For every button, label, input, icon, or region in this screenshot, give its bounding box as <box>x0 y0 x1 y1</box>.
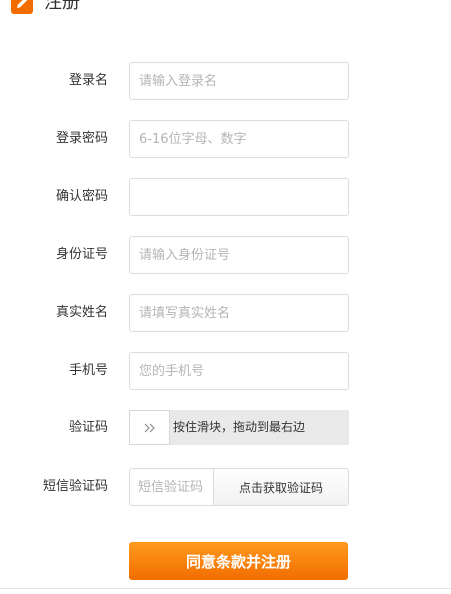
get-sms-code-button[interactable]: 点击获取验证码 <box>213 468 349 506</box>
password-label: 登录密码 <box>55 131 108 146</box>
real-name-row: 真实姓名 <box>0 294 451 332</box>
phone-label: 手机号 <box>68 363 108 378</box>
password-row: 登录密码 <box>0 120 451 158</box>
captcha-row: 验证码 按住滑块，拖动到最右边 <box>0 410 451 448</box>
sms-code-input[interactable] <box>129 468 215 506</box>
phone-row: 手机号 <box>0 352 451 390</box>
id-number-row: 身份证号 <box>0 236 451 274</box>
phone-input[interactable] <box>129 352 349 390</box>
id-number-input[interactable] <box>129 236 349 274</box>
agree-and-register-button[interactable]: 同意条款并注册 <box>129 542 348 580</box>
page-title: 注册 <box>44 0 80 13</box>
page-header: 注册 <box>10 0 80 15</box>
password-input[interactable] <box>129 120 349 158</box>
confirm-password-label: 确认密码 <box>55 189 108 204</box>
id-number-label: 身份证号 <box>55 247 108 262</box>
slider-captcha[interactable]: 按住滑块，拖动到最右边 <box>129 410 349 445</box>
real-name-input[interactable] <box>129 294 349 332</box>
register-page: 注册 登录名 登录密码 确认密码 身份证号 真实姓名 手机号 验证码 <box>0 0 451 594</box>
edit-icon <box>11 0 33 14</box>
captcha-label: 验证码 <box>68 420 108 435</box>
confirm-password-row: 确认密码 <box>0 178 451 216</box>
sms-code-label: 短信验证码 <box>42 479 108 494</box>
sms-code-row: 短信验证码 点击获取验证码 <box>0 468 451 506</box>
real-name-label: 真实姓名 <box>55 305 108 320</box>
login-name-label: 登录名 <box>68 73 108 88</box>
login-name-row: 登录名 <box>0 62 451 100</box>
divider <box>0 588 451 589</box>
slider-hint: 按住滑块，拖动到最右边 <box>173 420 306 434</box>
double-chevron-right-icon <box>144 423 155 432</box>
login-name-input[interactable] <box>129 62 349 100</box>
slider-handle[interactable] <box>129 410 170 445</box>
confirm-password-input[interactable] <box>129 178 349 216</box>
